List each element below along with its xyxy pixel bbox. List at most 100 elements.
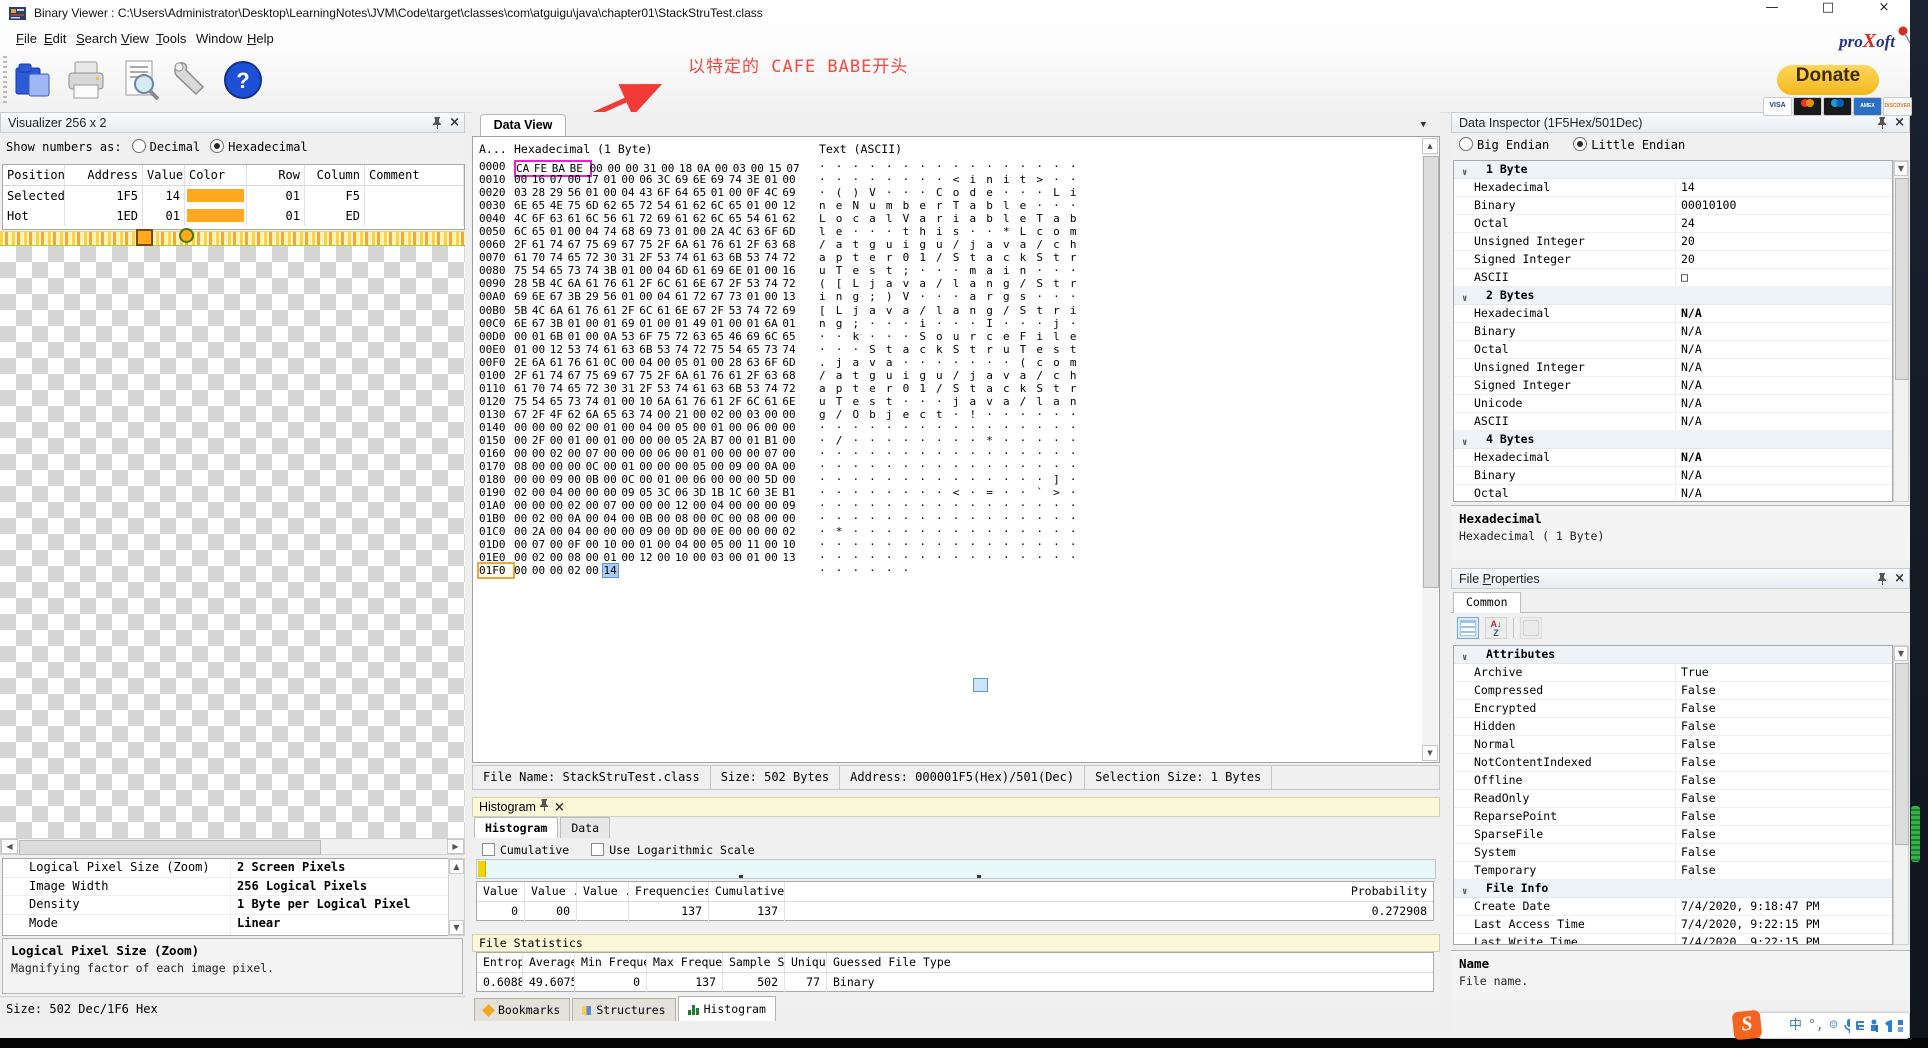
settings-row[interactable]: Mode Linear — [3, 914, 448, 933]
help-icon[interactable]: ? — [222, 58, 264, 102]
hex-byte[interactable]: 6F — [764, 225, 782, 238]
hex-byte[interactable]: 61 — [693, 382, 711, 395]
ascii-text[interactable]: ················ — [819, 460, 1087, 473]
hex-byte[interactable]: 4C — [532, 304, 550, 317]
hex-row[interactable]: 0070 61 70 74 65 72 30 31 2F 53 74 61 63 6B 53 74 72 apte… — [473, 251, 1439, 264]
grid-row[interactable]: Normal False — [1454, 736, 1892, 754]
selected-position-marker[interactable] — [179, 228, 194, 243]
hex-byte[interactable]: 00 — [657, 434, 675, 447]
hex-byte[interactable]: 02 — [568, 499, 586, 512]
hex-address[interactable]: 0100 — [479, 369, 513, 382]
hex-byte[interactable]: 04 — [603, 512, 621, 525]
grid-row[interactable]: Binary N/A — [1454, 467, 1892, 485]
hex-byte[interactable]: 3B — [603, 264, 621, 277]
hex-byte[interactable]: 00 — [729, 551, 747, 564]
hex-row[interactable]: 0110 61 70 74 65 72 30 31 2F 53 74 61 63 6B 53 74 72 apte… — [473, 382, 1439, 395]
search-document-icon[interactable] — [120, 58, 162, 102]
ascii-text[interactable]: /atguigu/java/ch — [819, 369, 1087, 382]
hex-byte[interactable]: 75 — [639, 238, 657, 251]
hex-byte[interactable]: 01 — [639, 538, 657, 551]
hex-byte[interactable]: 74 — [586, 264, 604, 277]
table-row[interactable]: Selected 1F5 14 01 F5 — [3, 186, 464, 206]
scroll-thumb[interactable] — [1423, 156, 1439, 588]
hex-byte[interactable]: 6A — [532, 356, 550, 369]
hex-byte[interactable]: 54 — [657, 199, 675, 212]
hex-byte[interactable]: 2F — [747, 238, 765, 251]
hex-byte[interactable]: 01 — [782, 317, 800, 330]
ascii-text[interactable]: ·*·············· — [819, 525, 1087, 538]
hex-byte[interactable]: 53 — [747, 382, 765, 395]
hex-byte[interactable]: 10 — [782, 538, 800, 551]
hex-byte[interactable]: 12 — [639, 551, 657, 564]
hex-byte[interactable]: 54 — [747, 212, 765, 225]
hex-byte[interactable]: 3C — [657, 486, 675, 499]
hex-byte[interactable]: 02 — [532, 512, 550, 525]
hex-byte[interactable]: 74 — [603, 225, 621, 238]
hex-byte[interactable]: 00 — [729, 538, 747, 551]
tab-histogram[interactable]: Histogram — [474, 817, 559, 838]
hex-byte[interactable]: 69 — [782, 304, 800, 317]
hex-byte[interactable]: 00 — [747, 499, 765, 512]
microphone-icon[interactable] — [1843, 1018, 1850, 1033]
hex-byte[interactable]: 00 — [764, 538, 782, 551]
hex-byte[interactable]: 01 — [514, 343, 532, 356]
hex-byte[interactable]: 02 — [550, 447, 568, 460]
hex-byte[interactable]: 76 — [711, 238, 729, 251]
ascii-text[interactable]: uTest···java/lan — [819, 395, 1087, 408]
hex-byte[interactable]: 3C — [657, 173, 675, 186]
hex-byte[interactable]: 61 — [603, 343, 621, 356]
hex-byte[interactable]: 65 — [532, 225, 550, 238]
hex-byte[interactable]: 74 — [747, 304, 765, 317]
hex-byte[interactable]: 4C — [764, 186, 782, 199]
hex-bytes[interactable]: 00 02 00 08 00 01 00 12 00 10 00 03 00 01 00 13 — [514, 551, 800, 564]
hex-byte[interactable]: 2F — [657, 238, 675, 251]
hex-byte[interactable]: 69 — [514, 290, 532, 303]
hex-byte[interactable]: 72 — [675, 330, 693, 343]
hex-byte[interactable]: 3B — [550, 317, 568, 330]
hex-bytes[interactable]: 61 70 74 65 72 30 31 2F 53 74 61 63 6B 53 74 72 — [514, 251, 800, 264]
scroll-right-icon[interactable]: ▶ — [447, 839, 464, 854]
hex-byte[interactable]: 00 — [586, 317, 604, 330]
menu-edit[interactable]: Edit — [40, 29, 70, 48]
hex-byte[interactable]: 00 — [586, 564, 604, 577]
minimize-button[interactable]: — — [1744, 0, 1800, 26]
scroll-thumb[interactable] — [19, 840, 321, 855]
hex-byte[interactable]: 05 — [693, 460, 711, 473]
hex-byte[interactable]: 01 — [639, 317, 657, 330]
grid-row[interactable]: Hexadecimal N/A — [1454, 449, 1892, 467]
hex-byte[interactable]: 6F — [764, 356, 782, 369]
hex-byte[interactable]: 00 — [586, 421, 604, 434]
donate-button[interactable]: Donate — [1777, 65, 1879, 95]
hex-byte[interactable]: 0F — [747, 186, 765, 199]
hex-byte[interactable]: 1C — [729, 486, 747, 499]
hex-byte[interactable]: 00 — [532, 564, 550, 577]
hex-byte[interactable]: 00 — [603, 473, 621, 486]
hex-byte[interactable]: 2E — [514, 356, 532, 369]
hex-byte[interactable]: 00 — [568, 460, 586, 473]
radio-icon[interactable] — [131, 139, 146, 153]
chevron-down-icon[interactable]: ▼ — [1421, 120, 1426, 130]
hex-byte[interactable]: 6F — [657, 186, 675, 199]
section-file-info[interactable]: ∨ File Info — [1454, 880, 1892, 898]
pin-icon[interactable] — [1877, 117, 1888, 129]
grid-row[interactable]: Temporary False — [1454, 862, 1892, 880]
hex-byte[interactable]: 01 — [675, 225, 693, 238]
hex-byte[interactable]: 12 — [550, 343, 568, 356]
hex-byte[interactable]: 6B — [639, 343, 657, 356]
hex-byte[interactable]: 6A — [568, 277, 586, 290]
hex-byte[interactable]: 6A — [657, 395, 675, 408]
close-button[interactable]: × — [1856, 0, 1912, 26]
hex-row[interactable]: 01D0 00 07 00 0F 00 10 00 01 00 04 00 05 00 11 00 10 ····… — [473, 538, 1439, 551]
hex-byte[interactable]: 00 — [729, 186, 747, 199]
hex-address[interactable]: 00E0 — [479, 343, 513, 356]
hex-byte[interactable]: 61 — [675, 199, 693, 212]
hex-byte[interactable]: 01 — [603, 173, 621, 186]
hex-byte[interactable]: 00 — [568, 225, 586, 238]
hex-byte[interactable]: 74 — [764, 382, 782, 395]
hex-address[interactable]: 0040 — [479, 212, 513, 225]
hex-address[interactable]: 00B0 — [479, 304, 513, 317]
hex-byte[interactable]: 6E — [693, 173, 711, 186]
hex-bytes[interactable]: 2F 61 74 67 75 69 67 75 2F 6A 61 76 61 2F 63 68 — [514, 369, 800, 382]
hex-row[interactable]: 00B0 5B 4C 6A 61 76 61 2F 6C 61 6E 67 2F 53 74 72 69 [Lja… — [473, 304, 1439, 317]
badge-38-icon[interactable]: 38 — [1870, 1019, 1879, 1032]
